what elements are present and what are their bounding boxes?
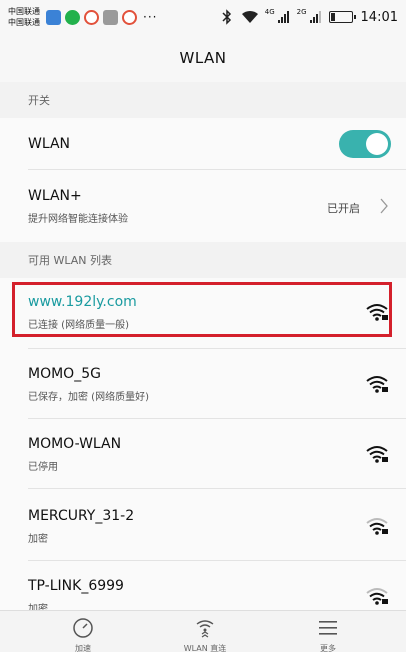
wifi-direct-icon bbox=[196, 620, 214, 638]
wifi-status-icon bbox=[241, 10, 258, 23]
section-available-label: 可用 WLAN 列表 bbox=[28, 254, 113, 267]
network-name: MOMO_5G bbox=[28, 366, 101, 382]
carrier-label-2: 中国联通 bbox=[8, 18, 40, 27]
network-name: MERCURY_31-2 bbox=[28, 508, 135, 524]
status-indicators: 4G 2G 14:01 bbox=[219, 8, 398, 25]
divider bbox=[28, 560, 406, 561]
toggle-knob bbox=[366, 133, 388, 155]
divider bbox=[28, 348, 406, 349]
toolbar-wifi-direct-label: WLAN 直连 bbox=[183, 644, 227, 652]
wifi-lock-icon-weak bbox=[366, 518, 388, 535]
chevron-right-icon bbox=[380, 198, 388, 214]
page-title: WLAN bbox=[179, 49, 227, 67]
page-title-bar: WLAN bbox=[0, 34, 406, 82]
speedometer-icon bbox=[73, 618, 93, 638]
network-name: TP-LINK_6999 bbox=[28, 578, 124, 594]
divider bbox=[28, 488, 406, 489]
notification-icons: ··· bbox=[46, 9, 158, 25]
wifi-lock-icon bbox=[366, 376, 388, 393]
section-header-available: 可用 WLAN 列表 bbox=[0, 242, 406, 278]
network-4g-label: 4G bbox=[264, 8, 275, 16]
switch-card: WLAN WLAN+ 提升网络智能连接体验 已开启 bbox=[0, 118, 406, 242]
section-switch-label: 开关 bbox=[28, 94, 50, 107]
carrier-label-1: 中国联通 bbox=[8, 7, 40, 16]
bottom-toolbar: 加速 WLAN 直连 更多 bbox=[0, 610, 406, 652]
qq-icon bbox=[46, 9, 61, 25]
wifi-lock-icon bbox=[366, 446, 388, 463]
weibo-icon bbox=[84, 9, 99, 25]
wlan-plus-status: 已开启 bbox=[327, 202, 360, 215]
gallery-icon bbox=[103, 9, 118, 25]
network-status: 已停用 bbox=[28, 462, 58, 473]
network-status: 已保存，加密 (网络质量好) bbox=[28, 392, 149, 403]
menu-icon bbox=[319, 621, 337, 635]
toolbar-more-label: 更多 bbox=[320, 644, 336, 652]
section-header-switch: 开关 bbox=[0, 82, 406, 118]
toolbar-more-button[interactable]: 更多 bbox=[288, 617, 368, 652]
highlight-box bbox=[12, 282, 392, 337]
divider bbox=[28, 169, 406, 170]
toolbar-wifi-direct-button[interactable]: WLAN 直连 bbox=[165, 617, 245, 652]
network-item[interactable]: MOMO-WLAN 已停用 bbox=[0, 436, 406, 473]
clock: 14:01 bbox=[360, 9, 398, 25]
status-bar: 中国联通 中国联通 ··· 4G 2G 14:01 bbox=[0, 0, 406, 34]
wifi-lock-icon-weak bbox=[366, 588, 388, 605]
network-2g-label: 2G bbox=[296, 8, 307, 16]
carrier-info: 中国联通 中国联通 bbox=[8, 6, 40, 28]
wlan-toggle-switch[interactable] bbox=[339, 130, 391, 158]
battery-icon bbox=[328, 11, 356, 23]
signal-4g-icon bbox=[277, 11, 289, 23]
network-name: MOMO-WLAN bbox=[28, 436, 122, 452]
divider bbox=[28, 418, 406, 419]
more-notifications-icon: ··· bbox=[143, 10, 158, 24]
toolbar-accelerate-label: 加速 bbox=[75, 644, 91, 652]
network-status: 加密 bbox=[28, 534, 48, 545]
bluetooth-icon bbox=[222, 9, 231, 25]
network-item[interactable]: MERCURY_31-2 加密 bbox=[0, 508, 406, 545]
weibo-icon-2 bbox=[122, 9, 137, 25]
toolbar-accelerate-button[interactable]: 加速 bbox=[43, 617, 123, 652]
wechat-icon bbox=[65, 9, 80, 25]
network-item[interactable]: MOMO_5G 已保存，加密 (网络质量好) bbox=[0, 366, 406, 403]
signal-2g-icon bbox=[309, 11, 321, 23]
